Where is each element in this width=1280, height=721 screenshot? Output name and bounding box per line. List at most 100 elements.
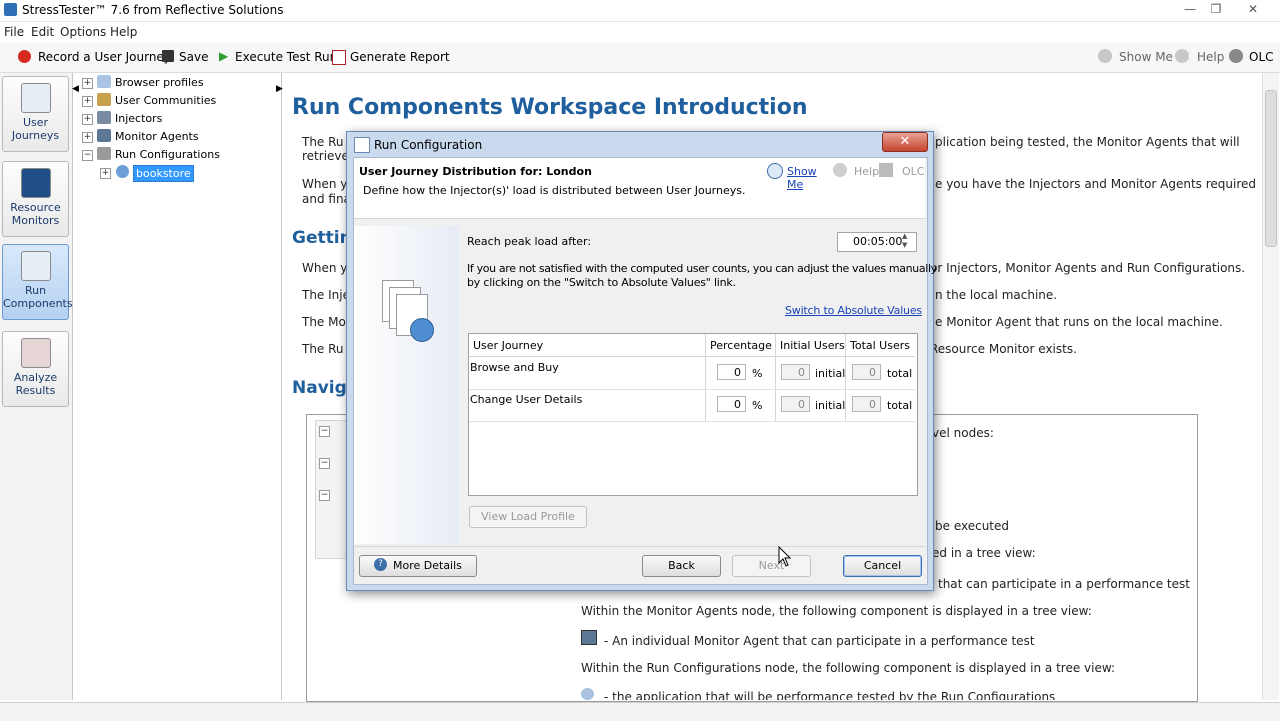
expand-icon[interactable]: + bbox=[82, 78, 93, 89]
record-label: Record a User Journey bbox=[38, 50, 171, 64]
nav-text: be executed bbox=[935, 519, 1010, 533]
spinner-down-icon[interactable]: ▼ bbox=[902, 241, 907, 249]
nav-text: ed in a tree view: bbox=[932, 546, 1036, 560]
nav-label: Results bbox=[15, 384, 56, 397]
report-button[interactable]: Generate Report bbox=[330, 48, 450, 66]
show-me-link[interactable]: Show Me bbox=[787, 165, 831, 191]
nav-label: Journeys bbox=[11, 129, 60, 142]
menu-help[interactable]: Help bbox=[110, 25, 137, 39]
monitor-agent-icon bbox=[581, 630, 597, 645]
percentage-input[interactable]: 0 bbox=[717, 396, 746, 412]
save-label: Save bbox=[179, 50, 209, 64]
switch-absolute-values-link[interactable]: Switch to Absolute Values bbox=[785, 304, 922, 317]
user-communities-icon bbox=[97, 93, 111, 106]
expand-icon[interactable]: + bbox=[100, 168, 111, 179]
intro-text: and fina bbox=[302, 192, 351, 206]
toolbar-show-me[interactable]: Show Me bbox=[1098, 48, 1173, 66]
section-heading-getting: Gettin bbox=[292, 228, 352, 248]
minimize-button[interactable]: — bbox=[1177, 1, 1203, 18]
dialog-olc[interactable]: OLC bbox=[879, 163, 925, 179]
nav-text: - the application that will be performan… bbox=[604, 690, 1056, 700]
scrollbar-thumb[interactable] bbox=[1265, 90, 1277, 247]
nav-label: Components bbox=[3, 297, 73, 310]
tree-collapse-right-icon[interactable]: ▶ bbox=[276, 84, 283, 94]
expand-icon[interactable]: + bbox=[82, 132, 93, 143]
table-row[interactable]: Change User Details 0 % 0 initial 0 tota… bbox=[469, 389, 915, 422]
dialog-title: Run Configuration bbox=[374, 138, 483, 152]
record-button[interactable]: Record a User Journey bbox=[16, 48, 171, 66]
column-header-user-journey: User Journey bbox=[473, 339, 544, 352]
workspace-title: Run Components Workspace Introduction bbox=[292, 95, 808, 120]
tree-item-injectors[interactable]: Injectors bbox=[115, 112, 162, 125]
percentage-input[interactable]: 0 bbox=[717, 364, 746, 380]
column-header-percentage: Percentage bbox=[710, 339, 772, 352]
tree-item-browser-profiles[interactable]: Browser profiles bbox=[115, 76, 204, 89]
nav-resource-monitors[interactable]: Resource Monitors bbox=[2, 161, 69, 237]
menu-file[interactable]: File bbox=[4, 25, 24, 39]
more-details-button[interactable]: ? More Details bbox=[359, 555, 477, 577]
tree-item-bookstore[interactable]: bookstore bbox=[133, 165, 194, 182]
initial-unit: initial bbox=[815, 399, 846, 412]
help-circle-icon: ? bbox=[374, 558, 387, 571]
initial-users-input: 0 bbox=[781, 364, 810, 380]
tree-item-user-communities[interactable]: User Communities bbox=[115, 94, 216, 107]
intro-text: The Mo bbox=[302, 315, 346, 329]
peak-load-spinner[interactable]: 00:05:00 ▲ ▼ bbox=[837, 232, 917, 252]
report-label: Generate Report bbox=[350, 50, 450, 64]
help-label: Help bbox=[854, 165, 880, 178]
user-journeys-icon bbox=[20, 83, 51, 113]
dialog-close-button[interactable]: ✕ bbox=[882, 132, 928, 152]
nav-label: Analyze bbox=[13, 371, 58, 384]
execute-button[interactable]: ▶ Execute Test Run bbox=[216, 48, 337, 66]
peak-load-value[interactable]: 00:05:00 bbox=[853, 235, 902, 248]
nav-label: Resource bbox=[10, 201, 61, 214]
expand-icon[interactable]: + bbox=[82, 96, 93, 107]
nav-analyze-results[interactable]: Analyze Results bbox=[2, 331, 69, 407]
column-header-initial-users: Initial Users bbox=[780, 339, 845, 352]
close-button[interactable]: ✕ bbox=[1240, 1, 1266, 18]
report-icon bbox=[332, 50, 346, 65]
dialog-help[interactable]: Help bbox=[833, 163, 879, 179]
toolbar-olc[interactable]: OLC bbox=[1229, 48, 1275, 66]
nav-label: Monitors bbox=[11, 214, 60, 227]
menu-edit[interactable]: Edit bbox=[31, 25, 54, 39]
next-button[interactable]: Next bbox=[732, 555, 811, 577]
intro-text: Resource Monitor exists. bbox=[930, 342, 1077, 356]
view-load-profile-button[interactable]: View Load Profile bbox=[469, 506, 587, 528]
peak-load-label: Reach peak load after: bbox=[467, 235, 592, 248]
dialog-show-me[interactable]: Show Me bbox=[767, 163, 831, 191]
olc-label: OLC bbox=[902, 165, 925, 178]
help-label: Help bbox=[1197, 50, 1225, 64]
tree-item-run-configurations[interactable]: Run Configurations bbox=[115, 148, 220, 161]
cancel-button[interactable]: Cancel bbox=[843, 555, 922, 577]
status-bar bbox=[0, 702, 1280, 721]
nav-run-components[interactable]: Run Components bbox=[2, 244, 73, 320]
expand-icon[interactable]: + bbox=[82, 114, 93, 125]
total-users-input: 0 bbox=[852, 364, 881, 380]
column-header-total-users: Total Users bbox=[850, 339, 910, 352]
title-bar: StressTester™ 7.6 from Reflective Soluti… bbox=[0, 0, 1280, 22]
tree-collapse-left-icon[interactable]: ◀ bbox=[72, 84, 79, 94]
back-button[interactable]: Back bbox=[642, 555, 721, 577]
tree-item-monitor-agents[interactable]: Monitor Agents bbox=[115, 130, 199, 143]
percent-unit: % bbox=[752, 367, 763, 380]
help-icon bbox=[833, 163, 847, 177]
save-button[interactable]: Save bbox=[160, 48, 210, 66]
help-icon bbox=[1175, 49, 1189, 63]
nav-user-journeys[interactable]: User Journeys bbox=[2, 76, 69, 152]
intro-text: plication being tested, the Monitor Agen… bbox=[935, 135, 1240, 149]
monitor-agents-icon bbox=[97, 129, 111, 142]
menu-options[interactable]: Options bbox=[60, 25, 106, 39]
injectors-icon bbox=[97, 111, 111, 124]
intro-text: When y bbox=[302, 177, 348, 191]
analyze-results-icon bbox=[20, 338, 51, 368]
table-row[interactable]: Browse and Buy 0 % 0 initial 0 total bbox=[469, 357, 915, 390]
collapse-icon[interactable]: − bbox=[82, 150, 93, 161]
show-me-icon bbox=[1098, 49, 1112, 63]
nav-text: that can participate in a performance te… bbox=[938, 577, 1190, 591]
spinner-up-icon[interactable]: ▲ bbox=[902, 232, 907, 240]
floppy-icon bbox=[162, 50, 174, 62]
record-icon bbox=[18, 50, 31, 63]
maximize-button[interactable]: ❐ bbox=[1203, 1, 1229, 18]
toolbar-help[interactable]: Help bbox=[1175, 48, 1225, 66]
